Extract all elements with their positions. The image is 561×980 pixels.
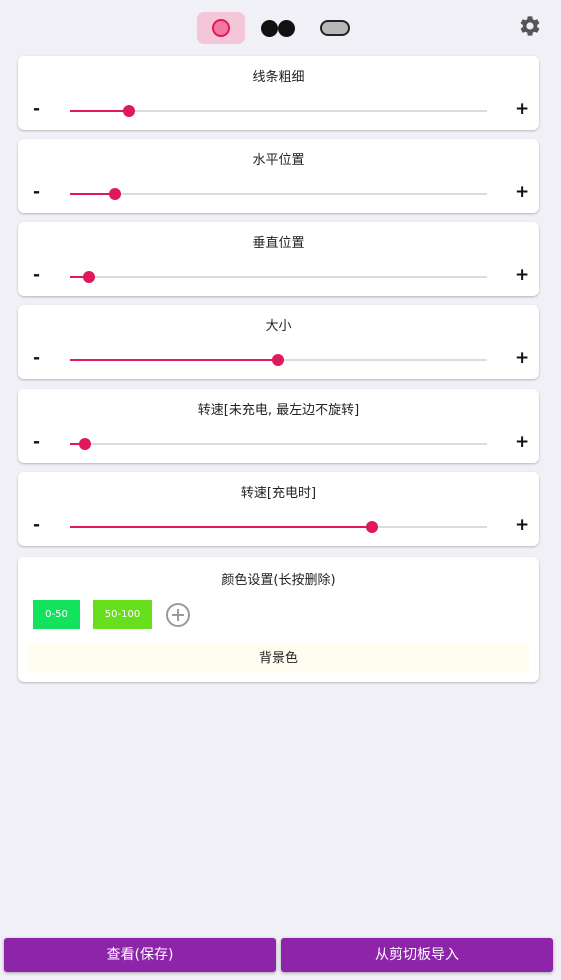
speed-not-charging-slider[interactable] [70,438,487,450]
decrease-button[interactable]: - [33,265,40,285]
slider-thumb[interactable] [122,105,135,117]
color-chip-0-50[interactable]: 0-50 [33,600,80,629]
decrease-button[interactable]: - [33,182,40,202]
slider-thumb[interactable] [78,438,91,450]
pill-shape-icon [320,20,350,36]
speed-charging-slider[interactable] [70,521,487,533]
slider-fill [70,526,373,528]
decrease-button[interactable]: - [33,348,40,368]
slider-card-speed-charging: 转速[充电时] - + [18,472,539,546]
color-chip-50-100[interactable]: 50-100 [93,600,152,629]
dual-dots-shape-tab[interactable] [255,12,303,44]
view-save-button[interactable]: 查看(保存) [4,938,276,972]
increase-button[interactable]: + [515,515,529,535]
increase-button[interactable]: + [515,99,529,119]
increase-button[interactable]: + [515,432,529,452]
slider-thumb[interactable] [108,188,121,200]
ring-shape-icon [212,19,230,37]
slider-card-vertical-position: 垂直位置 - + [18,222,539,296]
pill-shape-tab[interactable] [312,12,360,44]
dual-dots-shape-icon [278,20,295,37]
slider-card-horizontal-position: 水平位置 - + [18,139,539,213]
top-toolbar [0,0,561,54]
slider-label: 转速[未充电, 最左边不旋转] [197,403,360,418]
background-color-button[interactable]: 背景色 [28,644,529,673]
slider-label: 垂直位置 [252,236,305,251]
slider-label: 大小 [265,319,292,334]
decrease-button[interactable]: - [33,515,40,535]
increase-button[interactable]: + [515,182,529,202]
slider-thumb[interactable] [82,271,95,283]
add-circle-icon[interactable] [166,603,190,627]
size-slider[interactable] [70,354,487,366]
gear-icon[interactable] [518,14,542,38]
ring-shape-tab[interactable] [197,12,245,44]
slider-fill [70,110,129,112]
slider-card-line-width: 线条粗细 - + [18,56,539,130]
vertical-position-slider[interactable] [70,271,487,283]
increase-button[interactable]: + [515,265,529,285]
slider-card-size: 大小 - + [18,305,539,379]
color-settings-card: 颜色设置(长按删除) 0-50 50-100 背景色 [18,557,539,682]
slider-label: 水平位置 [252,153,305,168]
slider-label: 转速[充电时] [240,486,317,501]
decrease-button[interactable]: - [33,99,40,119]
slider-label: 线条粗细 [252,70,305,85]
slider-card-speed-not-charging: 转速[未充电, 最左边不旋转] - + [18,389,539,463]
line-width-slider[interactable] [70,105,487,117]
color-settings-title: 颜色设置(长按删除) [221,573,336,588]
increase-button[interactable]: + [515,348,529,368]
dual-dots-shape-icon [261,20,278,37]
decrease-button[interactable]: - [33,432,40,452]
slider-fill [70,359,278,361]
slider-thumb[interactable] [366,521,379,533]
import-clipboard-button[interactable]: 从剪切板导入 [281,938,553,972]
horizontal-position-slider[interactable] [70,188,487,200]
slider-thumb[interactable] [271,354,284,366]
